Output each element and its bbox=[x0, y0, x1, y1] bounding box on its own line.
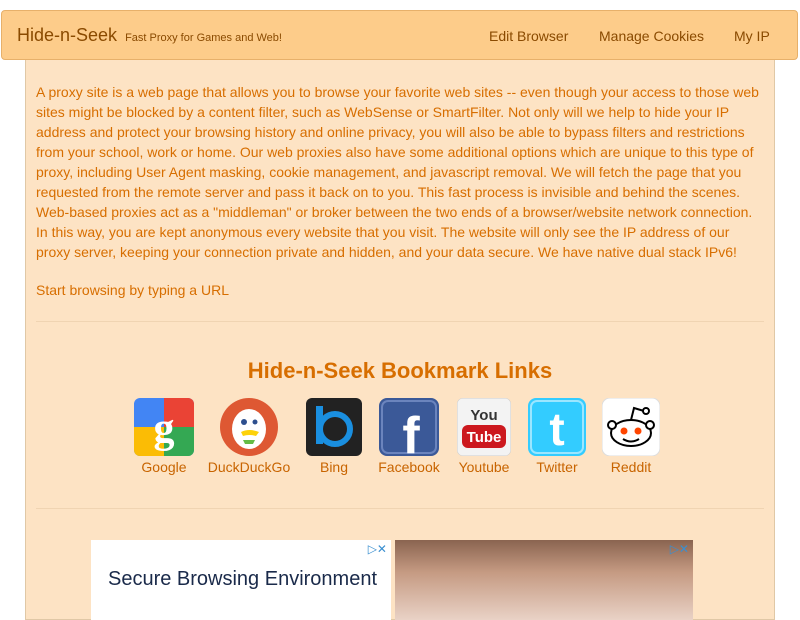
svg-text:f: f bbox=[402, 407, 420, 456]
intro-paragraph: A proxy site is a web page that allows y… bbox=[36, 84, 759, 260]
svg-text:t: t bbox=[549, 403, 564, 455]
bookmark-google[interactable]: g Google bbox=[127, 398, 201, 475]
brand-name[interactable]: Hide-n-Seek bbox=[17, 25, 117, 45]
bookmark-youtube[interactable]: You Tube Youtube bbox=[451, 398, 517, 475]
brand-link[interactable]: Hide-n-Seek Fast Proxy for Games and Web… bbox=[17, 25, 282, 46]
start-browsing-text: Start browsing by typing a URL bbox=[36, 282, 229, 298]
ad-banner-1[interactable]: ▷✕ Secure Browsing Environment bbox=[91, 540, 391, 620]
bookmark-duckduckgo[interactable]: DuckDuckGo bbox=[205, 398, 293, 475]
svg-text:g: g bbox=[154, 406, 175, 452]
bookmark-label[interactable]: Reddit bbox=[601, 459, 661, 475]
nav-edit-browser[interactable]: Edit Browser bbox=[489, 28, 568, 44]
ad-banner-2[interactable]: ▷✕ bbox=[395, 540, 693, 620]
bookmark-label[interactable]: Google bbox=[127, 459, 201, 475]
reddit-icon[interactable] bbox=[602, 398, 660, 456]
divider bbox=[36, 508, 764, 509]
bing-icon[interactable] bbox=[306, 398, 362, 456]
adchoices-icon[interactable]: ▷✕ bbox=[368, 542, 387, 556]
bookmark-bing[interactable]: Bing bbox=[300, 398, 368, 475]
bookmark-reddit[interactable]: Reddit bbox=[601, 398, 661, 475]
google-icon[interactable]: g bbox=[134, 398, 194, 456]
bookmark-facebook[interactable]: f Facebook bbox=[374, 398, 444, 475]
bookmark-label[interactable]: Bing bbox=[300, 459, 368, 475]
top-navbar: Hide-n-Seek Fast Proxy for Games and Web… bbox=[1, 10, 798, 60]
duckduckgo-icon[interactable] bbox=[219, 398, 279, 456]
bookmarks-title: Hide-n-Seek Bookmark Links bbox=[247, 358, 553, 383]
bookmark-label[interactable]: Youtube bbox=[451, 459, 517, 475]
bookmark-label[interactable]: Twitter bbox=[527, 459, 587, 475]
bookmark-twitter[interactable]: t Twitter bbox=[527, 398, 587, 475]
facebook-icon[interactable]: f bbox=[379, 398, 439, 456]
main-panel: A proxy site is a web page that allows y… bbox=[25, 60, 775, 620]
brand-tagline: Fast Proxy for Games and Web! bbox=[125, 32, 282, 44]
twitter-icon[interactable]: t bbox=[528, 398, 586, 456]
svg-text:Tube: Tube bbox=[467, 429, 502, 446]
adchoices-icon[interactable]: ▷✕ bbox=[670, 542, 689, 556]
svg-text:You: You bbox=[470, 407, 497, 424]
youtube-icon[interactable]: You Tube bbox=[457, 398, 511, 456]
bookmark-label[interactable]: DuckDuckGo bbox=[205, 459, 293, 475]
nav-manage-cookies[interactable]: Manage Cookies bbox=[599, 28, 704, 44]
ad-headline[interactable]: Secure Browsing Environment bbox=[108, 567, 377, 591]
bookmark-label[interactable]: Facebook bbox=[374, 459, 444, 475]
divider bbox=[36, 321, 764, 322]
nav-my-ip[interactable]: My IP bbox=[734, 28, 770, 44]
